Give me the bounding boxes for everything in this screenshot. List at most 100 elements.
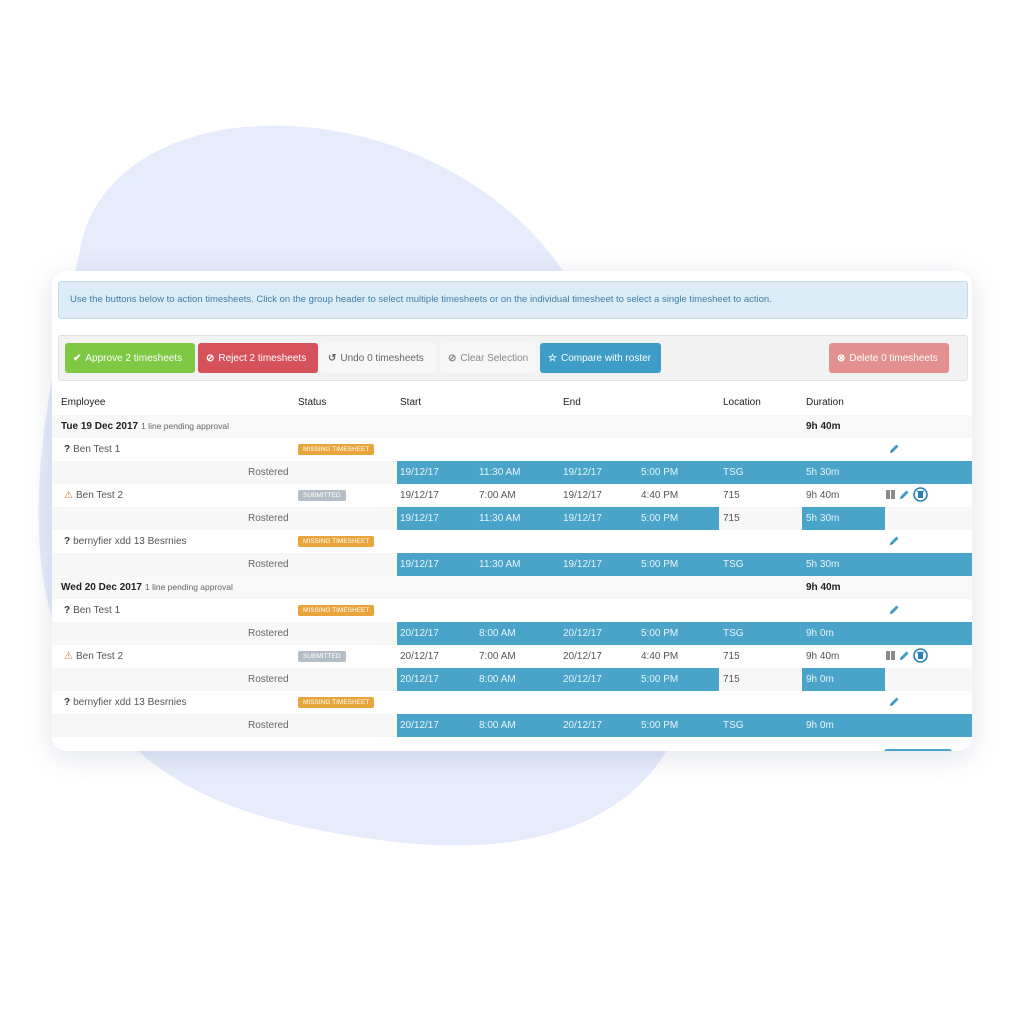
rostered-end-time: 5:00 PM (641, 720, 679, 731)
group-date-label: Tue 19 Dec 2017 (61, 421, 139, 432)
reject-button[interactable]: ⊘ Reject 2 timesheets (198, 343, 318, 373)
status-badge: MISSING TIMESHEET (298, 444, 375, 455)
approve-button[interactable]: ✔ Approve 2 timesheets (65, 343, 195, 373)
pencil-icon[interactable] (887, 695, 901, 709)
group-date: Wed 20 Dec 2017 1 line pending approval (61, 582, 233, 593)
copy-icon[interactable] (886, 489, 896, 503)
rostered-end-time: 5:00 PM (641, 559, 679, 570)
floating-button-edge (884, 749, 952, 751)
start-time: 7:00 AM (479, 490, 516, 501)
rostered-start-time: 11:30 AM (479, 513, 521, 524)
header-end[interactable]: End (563, 397, 581, 408)
question-mark-icon: ? (64, 697, 71, 708)
header-status[interactable]: Status (298, 397, 326, 408)
rostered-start-time: 8:00 AM (479, 628, 516, 639)
group-header-row[interactable]: Wed 20 Dec 2017 1 line pending approval 9h… (52, 576, 972, 599)
group-date-label: Wed 20 Dec 2017 (61, 582, 142, 593)
end-time: 4:40 PM (641, 651, 679, 662)
rostered-start-date: 20/12/17 (400, 720, 439, 731)
pencil-icon[interactable] (897, 488, 911, 505)
pencil-icon[interactable] (897, 649, 911, 666)
rostered-duration: 5h 30m (806, 467, 840, 478)
employee-row[interactable]: ? Ben Test 1 MISSING TIMESHEET (52, 438, 972, 461)
action-toolbar: ✔ Approve 2 timesheets ⊘ Reject 2 timesh… (58, 335, 968, 381)
employee-name: ? bernyfier xdd 13 Besrnies (64, 536, 187, 547)
rostered-end-time: 5:00 PM (641, 513, 679, 524)
rostered-duration: 9h 0m (806, 674, 834, 685)
employee-row[interactable]: ⚠ Ben Test 2 SUBMITTED 19/12/17 7:00 AM 19/12… (52, 484, 972, 507)
employee-row[interactable]: ? bernyfier xdd 13 Besrnies MISSING TIMESH… (52, 530, 972, 553)
rostered-label: Rostered (248, 467, 289, 478)
rostered-row[interactable]: Rostered 20/12/17 8:00 AM 20/12/17 5:00 PM TS… (52, 714, 972, 737)
rostered-start-time: 8:00 AM (479, 674, 516, 685)
employee-name: ? Ben Test 1 (64, 444, 120, 455)
star-icon: ☆ (548, 352, 557, 364)
rostered-location: TSG (723, 467, 744, 478)
pencil-icon[interactable] (887, 442, 901, 456)
header-duration[interactable]: Duration (806, 397, 844, 408)
rostered-end-time: 5:00 PM (641, 674, 679, 685)
employee-row[interactable]: ? bernyfier xdd 13 Besrnies MISSING TIMESH… (52, 691, 972, 714)
group-duration: 9h 40m (806, 421, 841, 432)
rostered-duration: 5h 30m (806, 559, 840, 570)
start-date: 19/12/17 (400, 490, 439, 501)
header-start[interactable]: Start (400, 397, 421, 408)
rostered-end-date: 19/12/17 (563, 467, 602, 478)
warning-triangle-icon: ⚠ (64, 651, 73, 662)
rostered-label: Rostered (248, 559, 289, 570)
group-header-row[interactable]: Tue 19 Dec 2017 1 line pending approval 9h… (52, 415, 972, 438)
end-date: 19/12/17 (563, 490, 602, 501)
trash-icon[interactable] (913, 648, 928, 666)
row-actions (886, 648, 932, 664)
status-badge: MISSING TIMESHEET (298, 536, 375, 547)
rostered-start-time: 11:30 AM (479, 559, 521, 570)
pencil-icon[interactable] (887, 534, 901, 548)
header-employee[interactable]: Employee (61, 397, 105, 408)
question-mark-icon: ? (64, 536, 71, 547)
copy-icon[interactable] (886, 650, 896, 664)
clear-selection-button[interactable]: ⊘ Clear Selection (440, 343, 536, 373)
question-mark-icon: ? (64, 605, 71, 616)
employee-row[interactable]: ? Ben Test 1 MISSING TIMESHEET (52, 599, 972, 622)
rostered-end-time: 5:00 PM (641, 628, 679, 639)
info-banner: Use the buttons below to action timeshee… (58, 281, 968, 319)
rostered-row[interactable]: Rostered 20/12/17 8:00 AM 20/12/17 5:00 PM 71… (52, 668, 972, 691)
rostered-location: TSG (723, 559, 744, 570)
employee-name-label: Ben Test 2 (75, 651, 124, 662)
reject-label: Reject 2 timesheets (218, 352, 307, 364)
rostered-row[interactable]: Rostered 19/12/17 11:30 AM 19/12/17 5:00 PM 7… (52, 507, 972, 530)
compare-roster-button[interactable]: ☆ Compare with roster (540, 343, 661, 373)
employee-name: ⚠ Ben Test 2 (64, 651, 123, 662)
rostered-location: TSG (723, 628, 744, 639)
duration: 9h 40m (806, 651, 840, 662)
pencil-icon[interactable] (887, 603, 901, 617)
timesheet-card: Use the buttons below to action timeshee… (52, 271, 972, 751)
rostered-row[interactable]: Rostered 20/12/17 8:00 AM 20/12/17 5:00 PM TS… (52, 622, 972, 645)
undo-button[interactable]: ↺ Undo 0 timesheets (320, 343, 436, 373)
end-time: 4:40 PM (641, 490, 679, 501)
start-date: 20/12/17 (400, 651, 439, 662)
employee-name-label: Ben Test 1 (73, 444, 121, 455)
clear-label: Clear Selection (460, 352, 529, 364)
delete-button[interactable]: ⊗ Delete 0 timesheets (829, 343, 949, 373)
trash-icon[interactable] (913, 487, 928, 505)
status-badge: SUBMITTED (298, 490, 346, 501)
rostered-start-date: 20/12/17 (400, 674, 439, 685)
start-time: 7:00 AM (479, 651, 516, 662)
approve-label: Approve 2 timesheets (85, 352, 183, 364)
status-badge: MISSING TIMESHEET (298, 605, 375, 616)
rostered-label: Rostered (248, 674, 289, 685)
rostered-row[interactable]: Rostered 19/12/17 11:30 AM 19/12/17 5:00 PM T… (52, 553, 972, 576)
rostered-start-date: 19/12/17 (400, 467, 439, 478)
employee-row[interactable]: ⚠ Ben Test 2 SUBMITTED 20/12/17 7:00 AM 20/12… (52, 645, 972, 668)
rostered-row[interactable]: Rostered 19/12/17 11:30 AM 19/12/17 5:00 PM T… (52, 461, 972, 484)
rostered-duration: 9h 0m (806, 628, 834, 639)
compare-label: Compare with roster (560, 352, 651, 364)
warning-triangle-icon: ⚠ (64, 490, 73, 501)
header-location[interactable]: Location (723, 397, 761, 408)
rostered-start-date: 19/12/17 (400, 559, 439, 570)
rostered-location: TSG (723, 720, 744, 731)
group-pending-label: 1 line pending approval (144, 582, 233, 592)
employee-name: ⚠ Ben Test 2 (64, 490, 123, 501)
rostered-start-time: 11:30 AM (479, 467, 521, 478)
